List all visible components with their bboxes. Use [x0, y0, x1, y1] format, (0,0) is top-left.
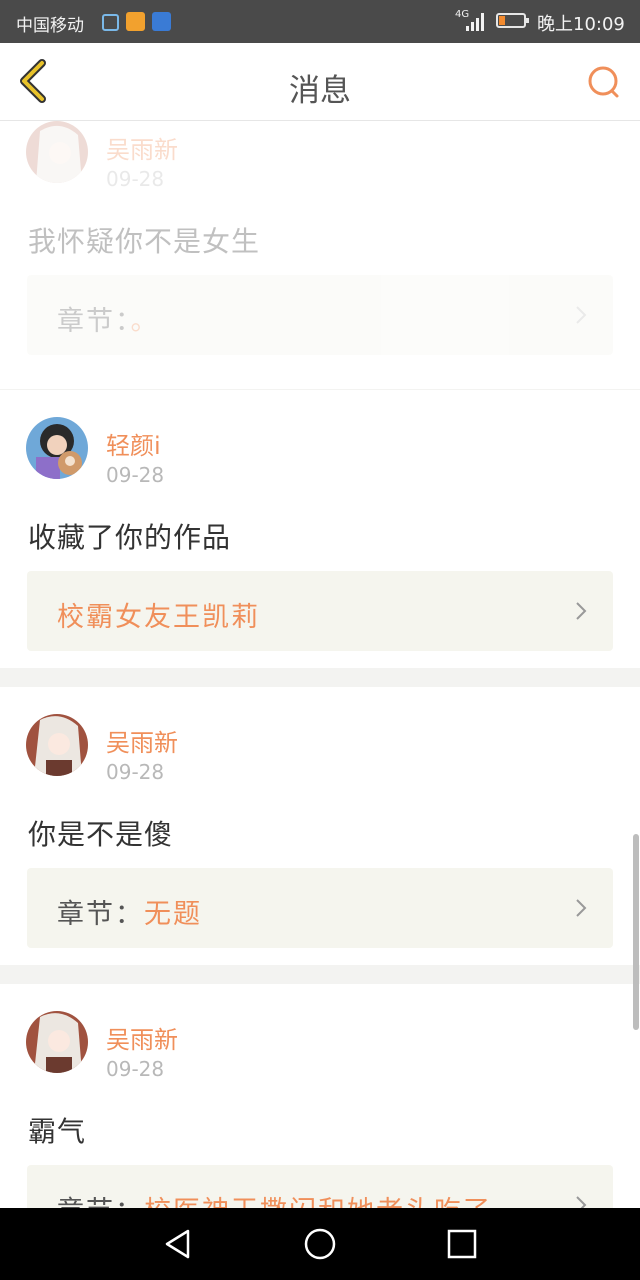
link-value: 无题	[144, 899, 202, 930]
link-prefix: 章节：	[57, 899, 144, 930]
username[interactable]: 吴雨新	[106, 1020, 178, 1055]
link-value: 校医神王撒闪和她老头吃了	[144, 1196, 492, 1208]
status-bar: 中国移动 4G 晚上10:09	[0, 0, 640, 43]
message-date: 09-28	[106, 760, 165, 784]
shield-icon	[152, 12, 171, 31]
chevron-right-icon	[576, 1196, 587, 1208]
username[interactable]: 吴雨新	[106, 130, 178, 165]
chapter-link[interactable]: 章节：无题	[27, 868, 613, 948]
search-icon	[588, 66, 619, 98]
message-card[interactable]: 吴雨新 09-28 你是不是傻 章节：无题	[0, 687, 640, 965]
avatar[interactable]	[26, 121, 88, 183]
home-circle-icon[interactable]	[302, 1226, 338, 1262]
app-header: 消息	[0, 43, 640, 121]
lock-icon	[102, 14, 119, 31]
clock: 晚上10:09	[537, 14, 625, 35]
link-value: 。	[130, 306, 160, 337]
link-prefix: 章节：	[57, 306, 131, 337]
message-text: 你是不是傻	[28, 818, 174, 851]
avatar[interactable]	[26, 714, 88, 776]
scrollbar[interactable]	[633, 834, 639, 1030]
message-date: 09-28	[106, 167, 165, 191]
chevron-right-icon	[576, 602, 587, 620]
avatar[interactable]	[26, 1011, 88, 1073]
message-date: 09-28	[106, 463, 165, 487]
chapter-link[interactable]: 章节：校医神王撒闪和她老头吃了	[27, 1165, 613, 1208]
navigation-bar	[0, 1208, 640, 1280]
username[interactable]: 轻颜i	[106, 426, 161, 461]
link-value: 校霸女友王凯莉	[57, 602, 260, 633]
message-list[interactable]: 吴雨新 09-28 我怀疑你不是女生 章节：。 轻颜i 09-28 收藏了你的作…	[0, 121, 640, 1208]
search-button[interactable]	[586, 64, 622, 100]
recents-square-icon[interactable]	[444, 1226, 480, 1262]
carrier-label: 中国移动	[16, 16, 84, 36]
back-triangle-icon[interactable]	[160, 1226, 196, 1262]
chevron-right-icon	[576, 306, 587, 324]
battery-icon	[496, 13, 529, 28]
username[interactable]: 吴雨新	[106, 723, 178, 758]
work-link[interactable]: 校霸女友王凯莉	[27, 571, 613, 651]
chapter-link[interactable]: 章节：。	[27, 275, 613, 355]
link-prefix: 章节：	[57, 1196, 144, 1208]
message-card[interactable]: 吴雨新 09-28 我怀疑你不是女生 章节：。	[0, 121, 640, 389]
message-text: 我怀疑你不是女生	[28, 225, 261, 258]
page-title: 消息	[289, 73, 351, 109]
avatar[interactable]	[26, 417, 88, 479]
app-notification-icon	[126, 12, 145, 31]
signal-icon	[466, 13, 488, 31]
message-text: 霸气	[28, 1115, 87, 1148]
message-card[interactable]: 吴雨新 09-28 霸气 章节：校医神王撒闪和她老头吃了	[0, 984, 640, 1208]
message-date: 09-28	[106, 1057, 165, 1081]
message-text: 收藏了你的作品	[28, 521, 232, 554]
message-card[interactable]: 轻颜i 09-28 收藏了你的作品 校霸女友王凯莉	[0, 390, 640, 668]
chevron-right-icon	[576, 899, 587, 917]
